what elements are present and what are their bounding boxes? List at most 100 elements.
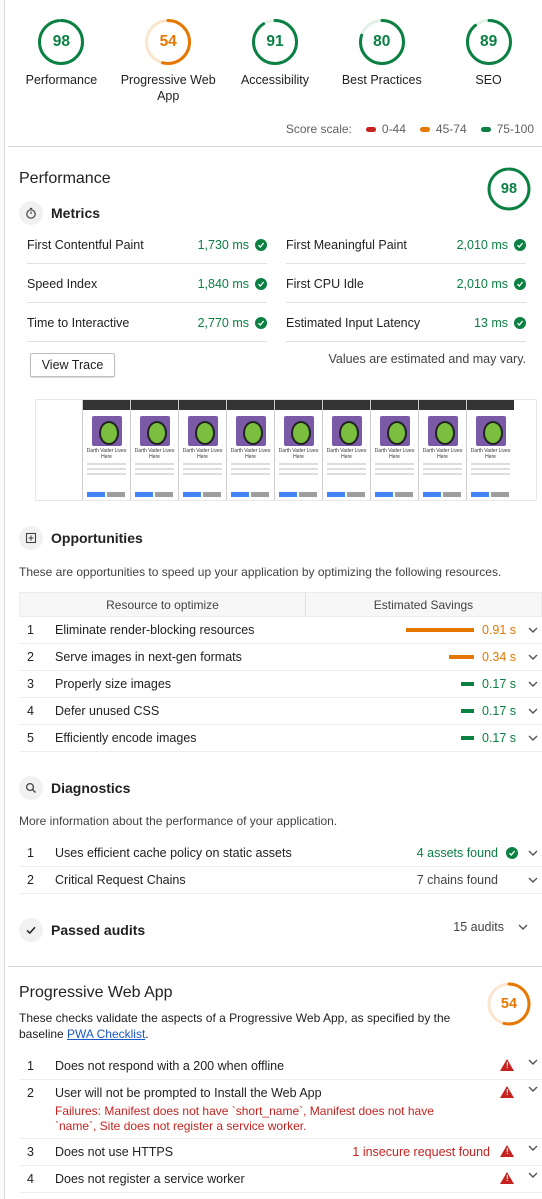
frame-title: Darth Vader Lives Here — [278, 448, 319, 460]
pass-check-icon — [506, 847, 518, 859]
pwa-audit-title: Does not respond with a 200 when offline — [55, 1059, 285, 1073]
savings-value: 0.17 s — [482, 704, 517, 718]
pwa-audit-row[interactable]: 4 Does not register a service worker! — [19, 1166, 542, 1193]
frame-title: Darth Vader Lives Here — [230, 448, 271, 460]
gauge-label: SEO — [475, 73, 502, 87]
frame-text-line — [231, 468, 270, 470]
view-trace-button[interactable]: View Trace — [30, 353, 115, 377]
passed-audits-heading[interactable]: Passed audits — [19, 918, 145, 942]
gauge-score: 91 — [266, 33, 284, 50]
gauge-4[interactable]: 89 SEO — [439, 18, 539, 112]
chevron-down-icon — [524, 708, 542, 714]
savings-bar — [461, 709, 474, 713]
opportunity-row[interactable]: 1 Eliminate render-blocking resources 0.91… — [19, 617, 542, 644]
filmstrip-frame: Darth Vader Lives Here — [322, 400, 370, 500]
warning-icon: ! — [500, 1086, 514, 1098]
savings-bar — [461, 682, 474, 686]
row-number: 1 — [27, 623, 34, 637]
gauge-3[interactable]: 80 Best Practices — [332, 18, 432, 112]
filmstrip-frame: Darth Vader Lives Here — [130, 400, 178, 500]
fail-bar — [365, 126, 376, 132]
frame-button — [299, 492, 317, 497]
filmstrip-frame: Darth Vader Lives Here — [418, 400, 466, 500]
opportunity-title: Properly size images — [55, 677, 172, 691]
gauge-ring: 89 — [465, 18, 513, 66]
frame-title: Darth Vader Lives Here — [422, 448, 463, 460]
divider — [8, 146, 542, 147]
row-number: 1 — [27, 1059, 34, 1073]
pwa-score-gauge: 54 — [486, 981, 532, 1027]
opportunities-title: Opportunities — [51, 530, 143, 546]
gauge-score: 89 — [479, 33, 498, 50]
diagnostics-title: Diagnostics — [51, 780, 131, 796]
passed-audits-toggle[interactable]: 15 audits — [453, 920, 532, 934]
filmstrip-frame: Darth Vader Lives Here — [178, 400, 226, 500]
opportunity-row[interactable]: 2 Serve images in next-gen formats 0.34 s — [19, 644, 542, 671]
diagnostic-title: Critical Request Chains — [55, 873, 186, 887]
row-number: 5 — [27, 731, 34, 745]
row-number: 2 — [27, 650, 34, 664]
pwa-checklist-link[interactable]: PWA Checklist — [67, 1027, 145, 1041]
report: 98 Performance 54 Progressive Web App 91 Acce… — [8, 0, 542, 1193]
vader-image — [379, 416, 410, 446]
diagnostic-detail: 7 chains found — [416, 873, 498, 887]
filmstrip-blank-frame — [36, 400, 82, 500]
frame-text-line — [327, 473, 366, 475]
pwa-audit-title: User will not be prompted to Install the… — [55, 1086, 322, 1100]
opportunity-title: Efficiently encode images — [55, 731, 197, 745]
opportunity-title: Defer unused CSS — [55, 704, 160, 718]
average-bar — [419, 126, 430, 132]
pwa-audit-row[interactable]: 1 Does not respond with a 200 when offlin… — [19, 1053, 542, 1080]
opportunities-heading: Opportunities — [19, 526, 143, 550]
warning-icon: ! — [500, 1145, 514, 1157]
metric-value: 2,010 ms — [456, 276, 508, 291]
frame-text-line — [135, 473, 174, 475]
diagnostic-row[interactable]: 1 Uses efficient cache policy on static a… — [19, 840, 542, 867]
opportunity-row[interactable]: 4 Defer unused CSS 0.17 s — [19, 698, 542, 725]
diagnostics-heading: Diagnostics — [19, 776, 130, 800]
chevron-down-icon — [524, 1086, 542, 1092]
pass-check-icon — [514, 316, 526, 329]
metric-value: 1,840 ms — [197, 276, 249, 291]
frame-button — [443, 492, 461, 497]
passed-audits-title: Passed audits — [51, 922, 146, 938]
passed-audits-count: 15 audits — [453, 920, 504, 934]
opportunity-row[interactable]: 5 Efficiently encode images 0.17 s — [19, 725, 542, 752]
frame-text-line — [375, 473, 414, 475]
savings-value: 0.17 s — [482, 677, 517, 691]
chevron-down-icon — [514, 924, 532, 930]
metric-value: 2,010 ms — [456, 237, 508, 252]
savings-value: 0.17 s — [482, 731, 517, 745]
diagnostic-row[interactable]: 2 Critical Request Chains 7 chains found — [19, 867, 542, 894]
frame-text-line — [423, 473, 462, 475]
frame-text-line — [375, 463, 414, 465]
frame-text-line — [279, 463, 318, 465]
opportunities-table-header: Resource to optimize Estimated Savings — [19, 592, 542, 617]
pass-check-icon — [255, 316, 267, 329]
frame-text-line — [279, 473, 318, 475]
metrics-heading: Metrics — [19, 201, 100, 225]
performance-score: 98 — [500, 181, 518, 197]
pwa-failure-text: Failures: Manifest does not have `short_… — [55, 1104, 434, 1133]
frame-button — [327, 492, 345, 497]
gauge-2[interactable]: 91 Accessibility — [225, 18, 325, 112]
frame-title: Darth Vader Lives Here — [374, 448, 415, 460]
pass-check-icon — [255, 238, 267, 251]
chevron-down-icon — [524, 850, 542, 856]
gauge-0[interactable]: 98 Performance — [11, 18, 111, 112]
frame-button — [87, 492, 105, 497]
metric-value: 1,730 ms — [197, 237, 249, 252]
gauge-1[interactable]: 54 Progressive Web App — [118, 18, 218, 112]
frame-text-line — [279, 468, 318, 470]
opportunity-row[interactable]: 3 Properly size images 0.17 s — [19, 671, 542, 698]
score-scale-average: 45-74 — [435, 122, 467, 136]
score-scale-pass: 75-100 — [496, 122, 534, 136]
frame-text-line — [183, 473, 222, 475]
pwa-audit-row[interactable]: 2 User will not be prompted to Install th… — [19, 1080, 542, 1139]
pwa-audit-row[interactable]: 3 Does not use HTTPS 1 insecure request fo… — [19, 1139, 542, 1166]
chevron-down-icon — [524, 735, 542, 741]
metric-row: First CPU Idle 2,010 ms — [286, 265, 526, 303]
gauge-score: 98 — [52, 33, 71, 50]
frame-header — [131, 400, 178, 410]
frame-button — [375, 492, 393, 497]
